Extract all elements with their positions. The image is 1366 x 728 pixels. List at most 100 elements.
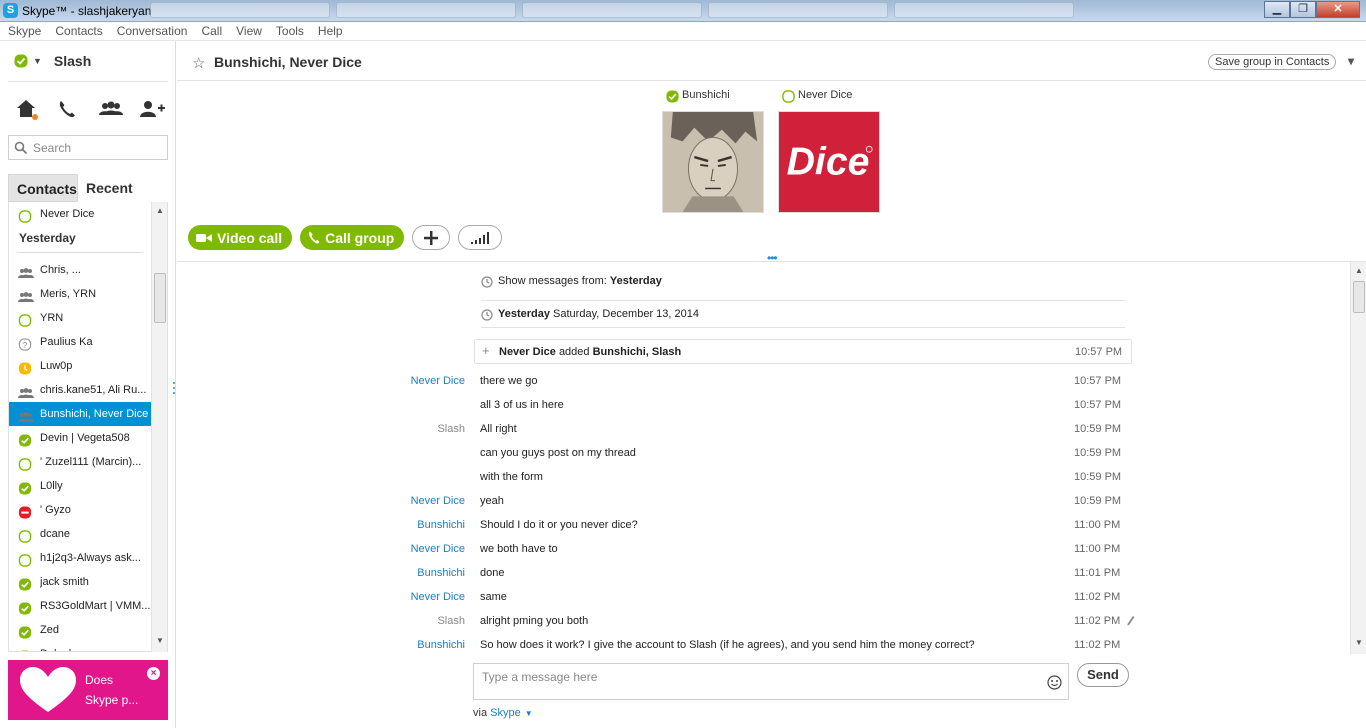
maximize-button[interactable]: ❐ (1290, 1, 1316, 18)
menu-skype[interactable]: Skype (8, 22, 41, 40)
edit-pencil-icon (1127, 616, 1135, 626)
send-button[interactable]: Send (1077, 663, 1129, 687)
menu-conversation[interactable]: Conversation (117, 22, 188, 40)
scrollbar-thumb[interactable] (1353, 281, 1365, 313)
message-sender[interactable]: Never Dice (411, 489, 465, 513)
message-sender[interactable]: Bunshichi (417, 561, 465, 585)
contact-name: chris.kane51, Ali Ru... (40, 384, 147, 396)
contact-list-item[interactable]: ? Paulius Ka (9, 330, 151, 354)
contact-list-item[interactable]: Luw0p (9, 354, 151, 378)
menu-tools[interactable]: Tools (276, 22, 304, 40)
contact-list-item[interactable]: ' Gyzo (9, 498, 151, 522)
message-row[interactable]: can you guys post on my thread 10:59 PM (177, 441, 1349, 465)
message-input[interactable] (474, 664, 1034, 699)
contact-list-item[interactable]: h1j2q3-Always ask... (9, 546, 151, 570)
minimize-button[interactable]: ▁ (1264, 1, 1290, 18)
more-options-icon[interactable]: ▾ (1348, 54, 1354, 68)
contact-list-item[interactable]: Dolpek... (9, 642, 151, 651)
message-sender[interactable]: Bunshichi (417, 513, 465, 537)
contact-list-item[interactable]: L0lly (9, 474, 151, 498)
skype-logo-icon: S (3, 3, 18, 18)
via-link[interactable]: Skype (490, 707, 521, 719)
participant-name: Bunshichi (682, 89, 730, 101)
contact-name: Meris, YRN (40, 288, 97, 300)
search-input[interactable] (33, 139, 163, 157)
create-group-button[interactable] (97, 97, 125, 121)
offline-status-icon (18, 456, 32, 471)
tab-contacts[interactable]: Contacts (8, 174, 78, 202)
splitter-handle-icon[interactable] (172, 380, 176, 396)
tab-recent[interactable]: Recent (78, 174, 168, 202)
scrollbar-thumb[interactable] (154, 273, 166, 323)
contact-list-item[interactable]: RS3GoldMart | VMM... (9, 594, 151, 618)
contact-list-item[interactable]: chris.kane51, Ali Ru... (9, 378, 151, 402)
added-verb: added (558, 346, 590, 358)
message-text: we both have to (480, 543, 558, 555)
message-row[interactable]: Slash All right 10:59 PM (177, 417, 1349, 441)
profile-status-menu[interactable]: ▼ Slash (14, 53, 91, 69)
contact-list-item[interactable]: dcane (9, 522, 151, 546)
message-row[interactable]: Slash alright pming you both 11:02 PM (177, 609, 1349, 633)
message-sender[interactable]: Never Dice (411, 585, 465, 609)
call-group-button[interactable]: Call group (300, 225, 405, 250)
message-time: 10:59 PM (1074, 447, 1122, 459)
message-row[interactable]: Never Dice yeah 10:59 PM (177, 489, 1349, 513)
scroll-up-icon[interactable]: ▲ (1353, 266, 1365, 278)
message-row[interactable]: Bunshichi Should I do it or you never dic… (177, 513, 1349, 537)
save-group-button[interactable]: Save group in Contacts (1208, 54, 1337, 70)
contact-list-item[interactable]: ' Zuzel111 (Marcin)... (9, 450, 151, 474)
contact-list-item[interactable]: Never Dice (9, 202, 151, 226)
close-window-button[interactable]: ✕ (1316, 1, 1360, 18)
message-row[interactable]: Never Dice there we go 10:57 PM (177, 369, 1349, 393)
show-messages-value[interactable]: Yesterday (610, 275, 662, 287)
call-quality-button[interactable] (458, 225, 503, 250)
background-taskbar-tabs (150, 2, 1250, 20)
contact-name: Bunshichi, Never Dice (40, 408, 149, 420)
home-button[interactable] (14, 97, 42, 121)
message-sender[interactable]: Never Dice (411, 537, 465, 561)
added-targets: Bunshichi, Slash (592, 346, 682, 358)
menu-help[interactable]: Help (318, 22, 343, 40)
online-status-icon (18, 624, 32, 639)
contact-list-item[interactable]: Zed (9, 618, 151, 642)
menu-view[interactable]: View (236, 22, 262, 40)
home-icon (17, 100, 38, 120)
message-row[interactable]: with the form 10:59 PM (177, 465, 1349, 489)
contact-list-item[interactable]: YRN (9, 306, 151, 330)
promo-close-button[interactable]: × (147, 667, 160, 680)
offline-status-icon (18, 208, 32, 223)
contact-list-item[interactable]: Devin | Vegeta508 (9, 426, 151, 450)
contact-list-item[interactable]: Bunshichi, Never Dice (9, 402, 151, 426)
scroll-down-icon[interactable]: ▼ (154, 636, 166, 648)
chevron-down-icon[interactable]: ▼ (525, 709, 533, 718)
message-row[interactable]: Never Dice same 11:02 PM (177, 585, 1349, 609)
scroll-up-icon[interactable]: ▲ (154, 206, 166, 218)
message-row[interactable]: all 3 of us in here 10:57 PM (177, 393, 1349, 417)
menu-contacts[interactable]: Contacts (55, 22, 102, 40)
message-scrollbar[interactable]: ▲ ▼ (1350, 262, 1366, 654)
scroll-down-icon[interactable]: ▼ (1353, 638, 1365, 650)
added-actor: Never Dice (499, 346, 556, 358)
emoticon-icon[interactable] (1047, 675, 1062, 690)
message-row[interactable]: Bunshichi So how does it work? I give the… (177, 633, 1349, 654)
video-call-button[interactable]: Video call (188, 225, 293, 250)
message-sender[interactable]: Slash (437, 609, 465, 633)
message-sender[interactable]: Slash (437, 417, 465, 441)
add-contact-button[interactable] (138, 97, 166, 121)
message-row[interactable]: Never Dice we both have to 11:00 PM (177, 537, 1349, 561)
message-text: So how does it work? I give the account … (480, 639, 975, 651)
menu-call[interactable]: Call (201, 22, 222, 40)
message-sender[interactable]: Bunshichi (417, 633, 465, 654)
favorite-star-icon[interactable]: ☆ (192, 54, 205, 72)
contact-list-item[interactable]: jack smith (9, 570, 151, 594)
promo-banner[interactable]: Does Skype p... × (8, 660, 168, 720)
message-sender[interactable]: Never Dice (411, 369, 465, 393)
message-row[interactable]: Bunshichi done 11:01 PM (177, 561, 1349, 585)
contact-list-item[interactable]: Chris, ... (9, 258, 151, 282)
contact-list-item[interactable]: Meris, YRN (9, 282, 151, 306)
call-phone-button[interactable] (55, 97, 83, 121)
contact-name: Chris, ... (40, 264, 81, 276)
add-participants-button[interactable] (412, 225, 451, 250)
contact-list-scrollbar[interactable]: ▲ ▼ (151, 202, 167, 652)
contact-name: dcane (40, 528, 70, 540)
